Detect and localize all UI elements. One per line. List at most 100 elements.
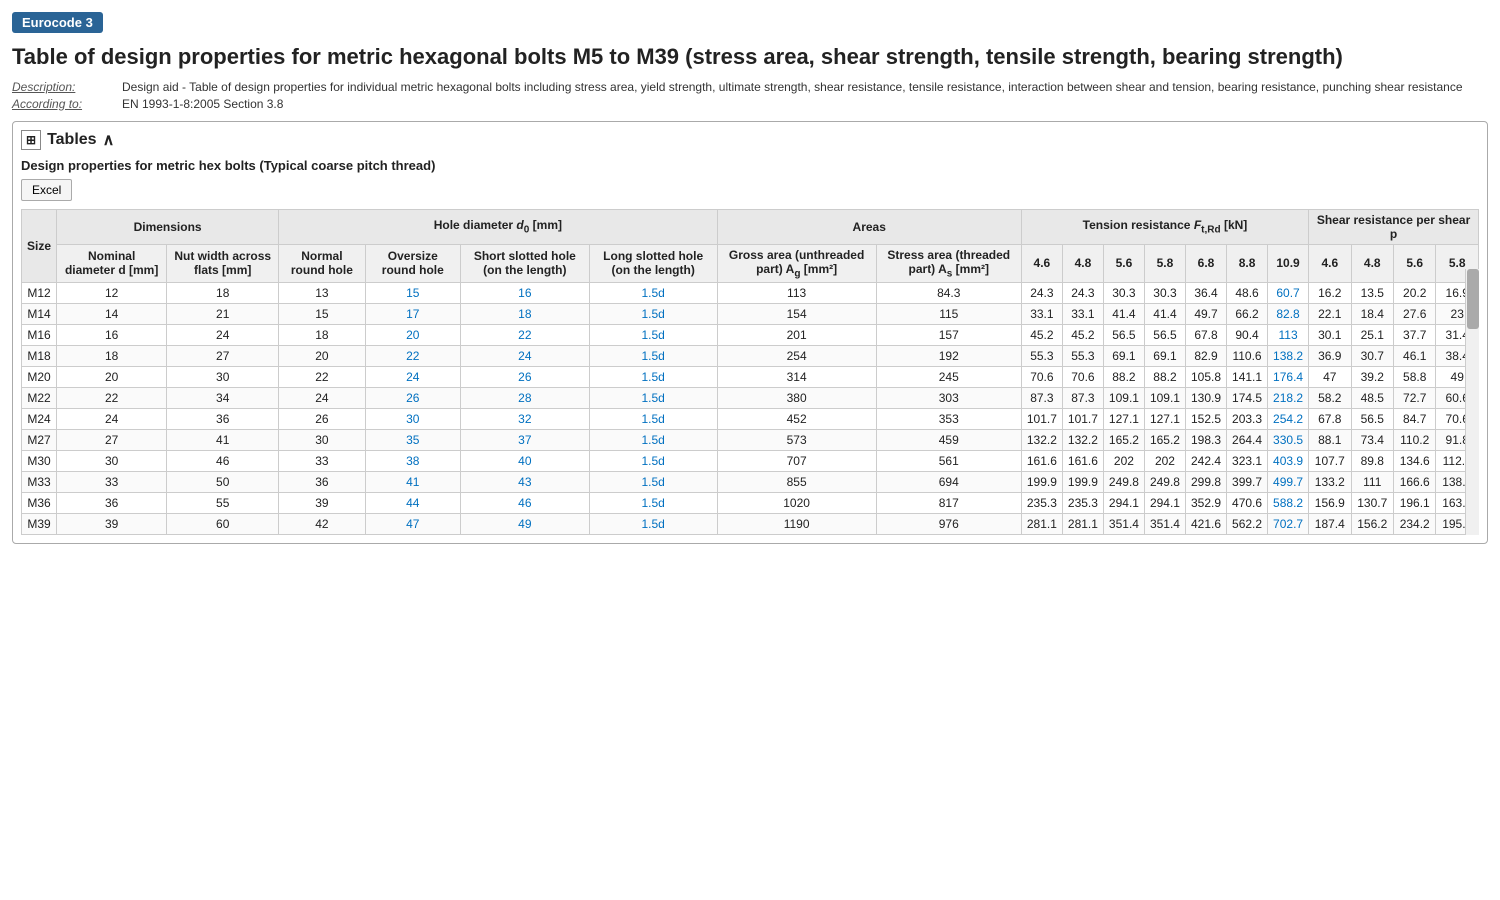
cell-gross: 380 (717, 387, 876, 408)
cell-t56: 88.2 (1103, 366, 1144, 387)
cell-t88: 470.6 (1227, 492, 1268, 513)
cell-gross: 201 (717, 324, 876, 345)
cell-t56: 30.3 (1103, 282, 1144, 303)
cell-long: 1.5d (589, 324, 717, 345)
cell-stress: 817 (876, 492, 1021, 513)
cell-t58: 351.4 (1144, 513, 1185, 534)
cell-s56: 134.6 (1393, 450, 1435, 471)
cell-stress: 561 (876, 450, 1021, 471)
cell-t68: 299.8 (1185, 471, 1226, 492)
col-t109: 10.9 (1268, 244, 1309, 282)
cell-s56: 37.7 (1393, 324, 1435, 345)
cell-s56: 110.2 (1393, 429, 1435, 450)
cell-t88: 66.2 (1227, 303, 1268, 324)
scrollbar[interactable] (1465, 269, 1479, 535)
cell-stress: 115 (876, 303, 1021, 324)
cell-over: 44 (365, 492, 460, 513)
cell-t68: 82.9 (1185, 345, 1226, 366)
table-row: M1616241820221.5d20115745.245.256.556.56… (22, 324, 1479, 345)
cell-normal: 33 (279, 450, 366, 471)
table-wrapper: Size Dimensions Hole diameter d0 [mm] Ar… (21, 209, 1479, 535)
cell-t58: 294.1 (1144, 492, 1185, 513)
cell-nut: 30 (167, 366, 279, 387)
table-subtitle: Design properties for metric hex bolts (… (21, 158, 1479, 173)
description-value: Design aid - Table of design properties … (122, 80, 1463, 94)
cell-nom: 12 (57, 282, 167, 303)
cell-t58: 109.1 (1144, 387, 1185, 408)
cell-gross: 1020 (717, 492, 876, 513)
cell-t48: 199.9 (1062, 471, 1103, 492)
cell-size: M39 (22, 513, 57, 534)
cell-s48: 89.8 (1351, 450, 1393, 471)
cell-t48: 24.3 (1062, 282, 1103, 303)
cell-over: 38 (365, 450, 460, 471)
col-stress: Stress area (threaded part) As [mm²] (876, 244, 1021, 282)
cell-s46: 22.1 (1309, 303, 1351, 324)
table-row: M3333503641431.5d855694199.9199.9249.824… (22, 471, 1479, 492)
scrollbar-thumb[interactable] (1467, 269, 1479, 329)
cell-nut: 36 (167, 408, 279, 429)
cell-t46: 45.2 (1021, 324, 1062, 345)
table-row: M1414211517181.5d15411533.133.141.441.44… (22, 303, 1479, 324)
cell-nut: 27 (167, 345, 279, 366)
cell-over: 41 (365, 471, 460, 492)
sub-header-row: Nominal diameter d [mm] Nut width across… (22, 244, 1479, 282)
cell-t46: 101.7 (1021, 408, 1062, 429)
col-oversize: Oversize round hole (365, 244, 460, 282)
cell-s48: 130.7 (1351, 492, 1393, 513)
cell-long: 1.5d (589, 282, 717, 303)
cell-t56: 109.1 (1103, 387, 1144, 408)
cell-short: 32 (460, 408, 589, 429)
cell-size: M24 (22, 408, 57, 429)
cell-t46: 33.1 (1021, 303, 1062, 324)
cell-t68: 352.9 (1185, 492, 1226, 513)
cell-t58: 249.8 (1144, 471, 1185, 492)
col-nut: Nut width across flats [mm] (167, 244, 279, 282)
main-table: Size Dimensions Hole diameter d0 [mm] Ar… (21, 209, 1479, 535)
col-nominal: Nominal diameter d [mm] (57, 244, 167, 282)
cell-stress: 84.3 (876, 282, 1021, 303)
col-t48: 4.8 (1062, 244, 1103, 282)
table-row: M3636553944461.5d1020817235.3235.3294.12… (22, 492, 1479, 513)
cell-nom: 36 (57, 492, 167, 513)
cell-t46: 281.1 (1021, 513, 1062, 534)
group-hole-diameter: Hole diameter d0 [mm] (279, 209, 717, 244)
cell-t88: 264.4 (1227, 429, 1268, 450)
cell-s48: 48.5 (1351, 387, 1393, 408)
cell-t58: 69.1 (1144, 345, 1185, 366)
cell-t58: 88.2 (1144, 366, 1185, 387)
cell-over: 17 (365, 303, 460, 324)
cell-s46: 30.1 (1309, 324, 1351, 345)
cell-nom: 33 (57, 471, 167, 492)
table-row: M2222342426281.5d38030387.387.3109.1109.… (22, 387, 1479, 408)
cell-t56: 294.1 (1103, 492, 1144, 513)
cell-s46: 187.4 (1309, 513, 1351, 534)
collapse-icon[interactable]: ∧ (103, 130, 115, 150)
cell-long: 1.5d (589, 366, 717, 387)
cell-t58: 30.3 (1144, 282, 1185, 303)
cell-t88: 174.5 (1227, 387, 1268, 408)
group-shear: Shear resistance per shear p (1309, 209, 1479, 244)
cell-size: M33 (22, 471, 57, 492)
cell-t48: 33.1 (1062, 303, 1103, 324)
group-header-row: Size Dimensions Hole diameter d0 [mm] Ar… (22, 209, 1479, 244)
cell-over: 22 (365, 345, 460, 366)
cell-t109: 702.7 (1268, 513, 1309, 534)
cell-t88: 562.2 (1227, 513, 1268, 534)
cell-t48: 70.6 (1062, 366, 1103, 387)
cell-gross: 314 (717, 366, 876, 387)
excel-button[interactable]: Excel (21, 179, 72, 201)
cell-s46: 58.2 (1309, 387, 1351, 408)
table-row: M1818272022241.5d25419255.355.369.169.18… (22, 345, 1479, 366)
table-body: M1212181315161.5d11384.324.324.330.330.3… (22, 282, 1479, 534)
cell-s56: 84.7 (1393, 408, 1435, 429)
cell-s48: 56.5 (1351, 408, 1393, 429)
cell-s56: 58.8 (1393, 366, 1435, 387)
cell-s48: 156.2 (1351, 513, 1393, 534)
cell-normal: 15 (279, 303, 366, 324)
cell-t68: 105.8 (1185, 366, 1226, 387)
col-t68: 6.8 (1185, 244, 1226, 282)
cell-gross: 707 (717, 450, 876, 471)
cell-t109: 218.2 (1268, 387, 1309, 408)
cell-s46: 47 (1309, 366, 1351, 387)
